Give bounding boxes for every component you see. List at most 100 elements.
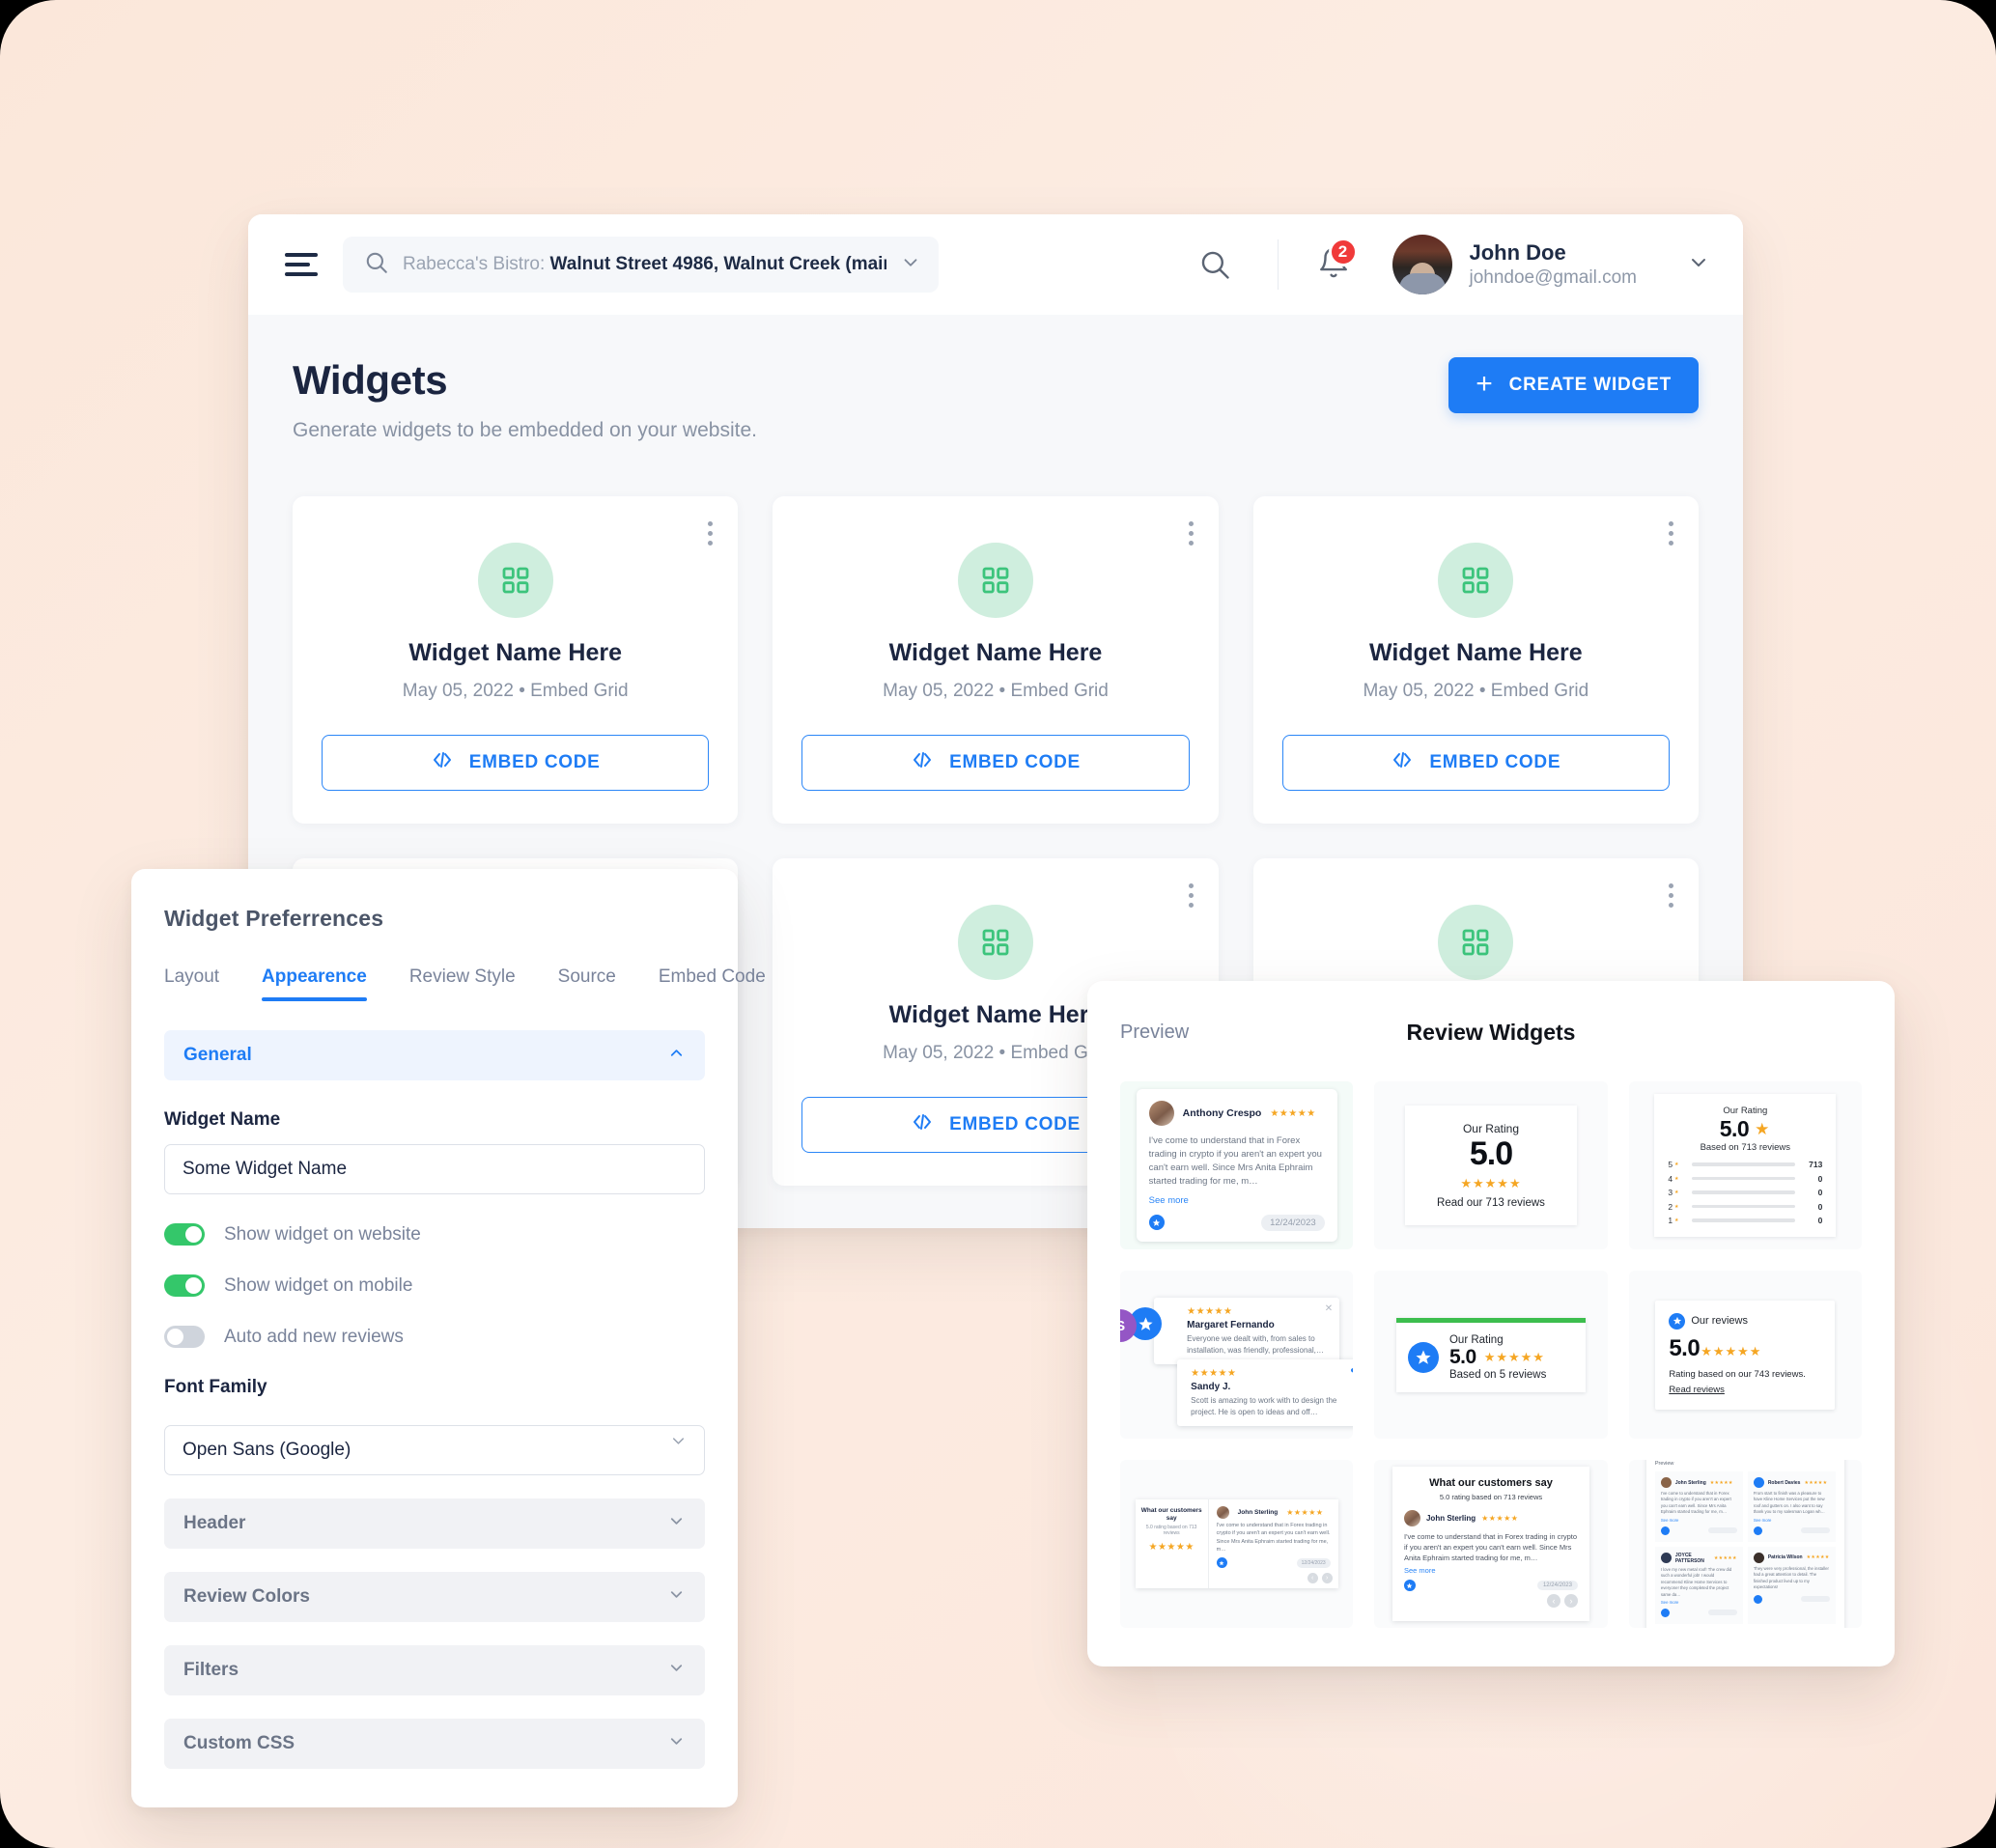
user-profile-menu[interactable]: John Doe johndoe@gmail.com [1392, 235, 1711, 294]
carousel-prev-button[interactable]: ‹ [1546, 1594, 1560, 1609]
kebab-menu-icon[interactable] [1188, 521, 1194, 546]
kebab-menu-icon[interactable] [708, 521, 714, 546]
embed-code-button[interactable]: EMBED CODE [801, 735, 1190, 791]
see-more-link[interactable]: See more [1661, 1600, 1737, 1605]
review-widget-option[interactable]: Our Rating 5.0 ★★★★★ Read our 713 review… [1374, 1081, 1608, 1249]
reviewer-name: Sandy J. [1191, 1382, 1231, 1392]
profile-name: John Doe [1469, 240, 1566, 266]
widget-meta: May 05, 2022 • Embed Grid [402, 681, 629, 701]
embed-code-button[interactable]: EMBED CODE [1281, 735, 1670, 791]
embed-code-label: EMBED CODE [1429, 752, 1561, 772]
review-widget-option[interactable]: What our customers say 5.0 rating based … [1374, 1460, 1608, 1628]
widget-name-input[interactable] [164, 1144, 705, 1194]
see-more-link[interactable]: See more [1661, 1518, 1737, 1523]
kebab-menu-icon[interactable] [1669, 521, 1673, 546]
reviewer-avatar [1753, 1477, 1764, 1489]
chevron-down-icon[interactable] [900, 252, 921, 278]
read-reviews-link[interactable]: Read reviews [1669, 1385, 1725, 1395]
carousel-prev-button[interactable]: ‹ [1307, 1573, 1318, 1583]
location-search-box[interactable]: Rabecca's Bistro: Walnut Street 4986, Wa… [343, 237, 939, 293]
rating-footer: Read our 713 reviews [1437, 1197, 1545, 1210]
google-badge-icon [1753, 1526, 1762, 1535]
reviewer-name: Anthony Crespo [1182, 1107, 1262, 1120]
close-icon[interactable]: ✕ [1325, 1303, 1333, 1314]
see-more-link[interactable]: See more [1404, 1566, 1578, 1575]
review-list-item: John Sterling ★★★★★ I've come to underst… [1654, 1471, 1743, 1542]
star-rating: ★★★★★ [1709, 1479, 1733, 1486]
kebab-menu-icon[interactable] [1188, 883, 1194, 908]
embed-code-label: EMBED CODE [949, 1114, 1081, 1134]
rating-bar-row: 5 ★ 713 [1668, 1160, 1822, 1169]
review-list-grid-card: Preview John Sterling ★★★★★ I've come to… [1645, 1460, 1844, 1628]
reviewer-avatar [1753, 1552, 1764, 1563]
font-family-select[interactable] [164, 1425, 705, 1475]
review-widget-option[interactable]: Preview John Sterling ★★★★★ I've come to… [1628, 1460, 1862, 1628]
toggle-auto-add-reviews-label: Auto add new reviews [224, 1326, 404, 1347]
carousel-nav: ‹ › [1307, 1573, 1333, 1583]
toggle-row-auto-add-reviews[interactable]: Auto add new reviews [164, 1326, 705, 1348]
carousel-next-button[interactable]: › [1563, 1594, 1578, 1609]
tab-embed-code[interactable]: Embed Code [659, 966, 766, 1001]
rating-title: Our Rating [1462, 1121, 1519, 1135]
font-family-select-wrap[interactable] [164, 1412, 705, 1475]
rating-bar-row: 2 ★ 0 [1668, 1202, 1822, 1212]
grid-widget-icon [1438, 905, 1514, 980]
source-dot-icon: ● [1350, 1365, 1354, 1376]
tab-layout[interactable]: Layout [164, 966, 219, 1001]
page-title: Widgets [293, 357, 448, 403]
accordion-general[interactable]: General [164, 1030, 705, 1080]
review-body: I love my new metal roof! The crew did s… [1660, 1566, 1732, 1597]
hamburger-icon[interactable] [285, 253, 318, 276]
reviewer-name: John Sterling [1237, 1509, 1279, 1516]
widget-card[interactable]: Widget Name Here May 05, 2022 • Embed Gr… [773, 496, 1219, 824]
toggle-show-on-website-label: Show widget on website [224, 1223, 421, 1245]
preview-header: Preview Review Widgets [1120, 1016, 1862, 1049]
widget-meta: May 05, 2022 • Embed Grid [1363, 681, 1589, 701]
carousel-next-button[interactable]: › [1321, 1573, 1333, 1583]
rating-score: 5.0 [1719, 1116, 1750, 1141]
chevron-down-icon[interactable] [1687, 251, 1710, 279]
review-widget-option[interactable]: ✕ ★★★★★ Margaret Fernando Everyone we de… [1120, 1271, 1354, 1439]
tab-source[interactable]: Source [558, 966, 616, 1001]
chevron-up-icon [667, 1044, 686, 1067]
kebab-menu-icon[interactable] [1669, 883, 1673, 908]
toggle-show-on-mobile[interactable] [164, 1274, 205, 1297]
reviewer-name: John Sterling [1674, 1479, 1706, 1486]
see-more-link[interactable]: See more [1754, 1518, 1830, 1523]
widget-card[interactable]: Widget Name Here May 05, 2022 • Embed Gr… [293, 496, 739, 824]
accordion-filters[interactable]: Filters [164, 1645, 705, 1695]
notifications-button[interactable]: 2 [1277, 238, 1358, 290]
google-badge-icon [1216, 1557, 1227, 1568]
widget-card[interactable]: Widget Name Here May 05, 2022 • Embed Gr… [1252, 496, 1699, 824]
rating-bar-value: 713 [1809, 1160, 1823, 1169]
tab-review-style[interactable]: Review Style [409, 966, 516, 1001]
google-badge-icon [1660, 1608, 1670, 1617]
widget-preferences-panel: Widget Preferrences Layout Appearence Re… [131, 869, 766, 1807]
tab-appearence[interactable]: Appearence [262, 966, 367, 1001]
search-icon-button[interactable] [1193, 242, 1237, 287]
toggle-row-show-on-website[interactable]: Show widget on website [164, 1223, 705, 1246]
review-body: They were very professional, the install… [1753, 1565, 1829, 1590]
review-widget-option[interactable]: Our reviews 5.0 ★★★★★ Rating based on ou… [1628, 1271, 1862, 1439]
toggle-row-show-on-mobile[interactable]: Show widget on mobile [164, 1274, 705, 1297]
rating-bar-value: 0 [1817, 1173, 1823, 1184]
accordion-review-colors[interactable]: Review Colors [164, 1572, 705, 1622]
accordion-header[interactable]: Header [164, 1498, 705, 1549]
review-widget-option[interactable]: Anthony Crespo ★★★★★ I've come to unders… [1120, 1081, 1354, 1249]
google-badge-icon [1148, 1215, 1165, 1231]
toggle-auto-add-reviews[interactable] [164, 1326, 205, 1348]
accordion-custom-css[interactable]: Custom CSS [164, 1719, 705, 1769]
embed-code-button[interactable]: EMBED CODE [322, 735, 710, 791]
profile-email: johndoe@gmail.com [1469, 266, 1638, 288]
our-reviews-title: Our reviews [1691, 1315, 1748, 1327]
review-widget-option[interactable]: What our customers say 5.0 rating based … [1120, 1460, 1354, 1628]
see-more-link[interactable]: See more [1149, 1195, 1325, 1206]
chevron-down-icon [667, 1585, 686, 1609]
review-widget-option[interactable]: Our Rating 5.0 ★ Based on 713 reviews 5 ★… [1628, 1081, 1862, 1249]
rating-bar-label: 2 ★ [1668, 1201, 1679, 1212]
create-widget-label: CREATE WIDGET [1508, 375, 1672, 395]
toggle-show-on-website[interactable] [164, 1223, 205, 1246]
review-widget-option[interactable]: Our Rating 5.0 ★★★★★ Based on 5 reviews [1374, 1271, 1608, 1439]
review-widgets-preview-panel: Preview Review Widgets Anthony Crespo ★★… [1087, 981, 1895, 1666]
create-widget-button[interactable]: + CREATE WIDGET [1448, 357, 1699, 413]
